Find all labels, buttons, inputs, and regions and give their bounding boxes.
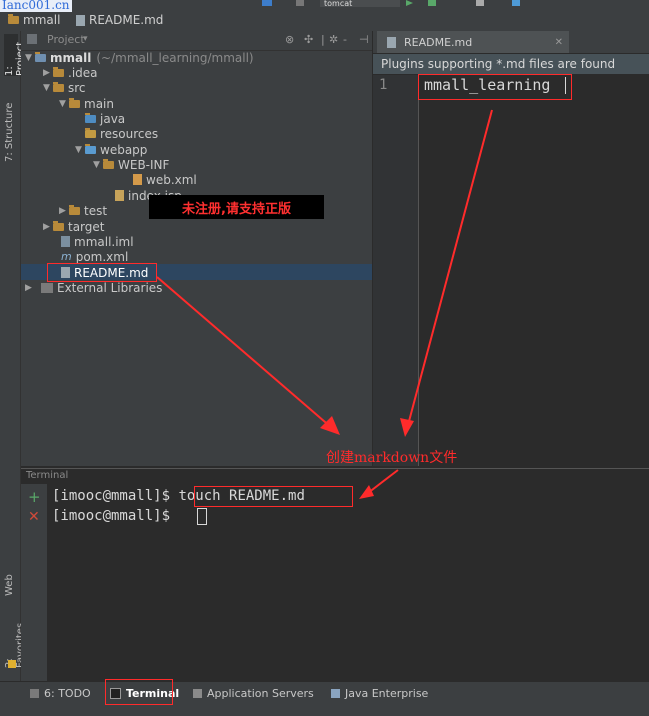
arrow-command	[367, 469, 399, 494]
arrowhead-readme	[320, 416, 340, 435]
arrow-readme	[156, 276, 333, 429]
arrow-editor	[407, 109, 493, 426]
arrowhead-command	[359, 485, 374, 499]
annotation-arrows	[156, 109, 493, 499]
arrowhead-editor	[400, 418, 414, 437]
